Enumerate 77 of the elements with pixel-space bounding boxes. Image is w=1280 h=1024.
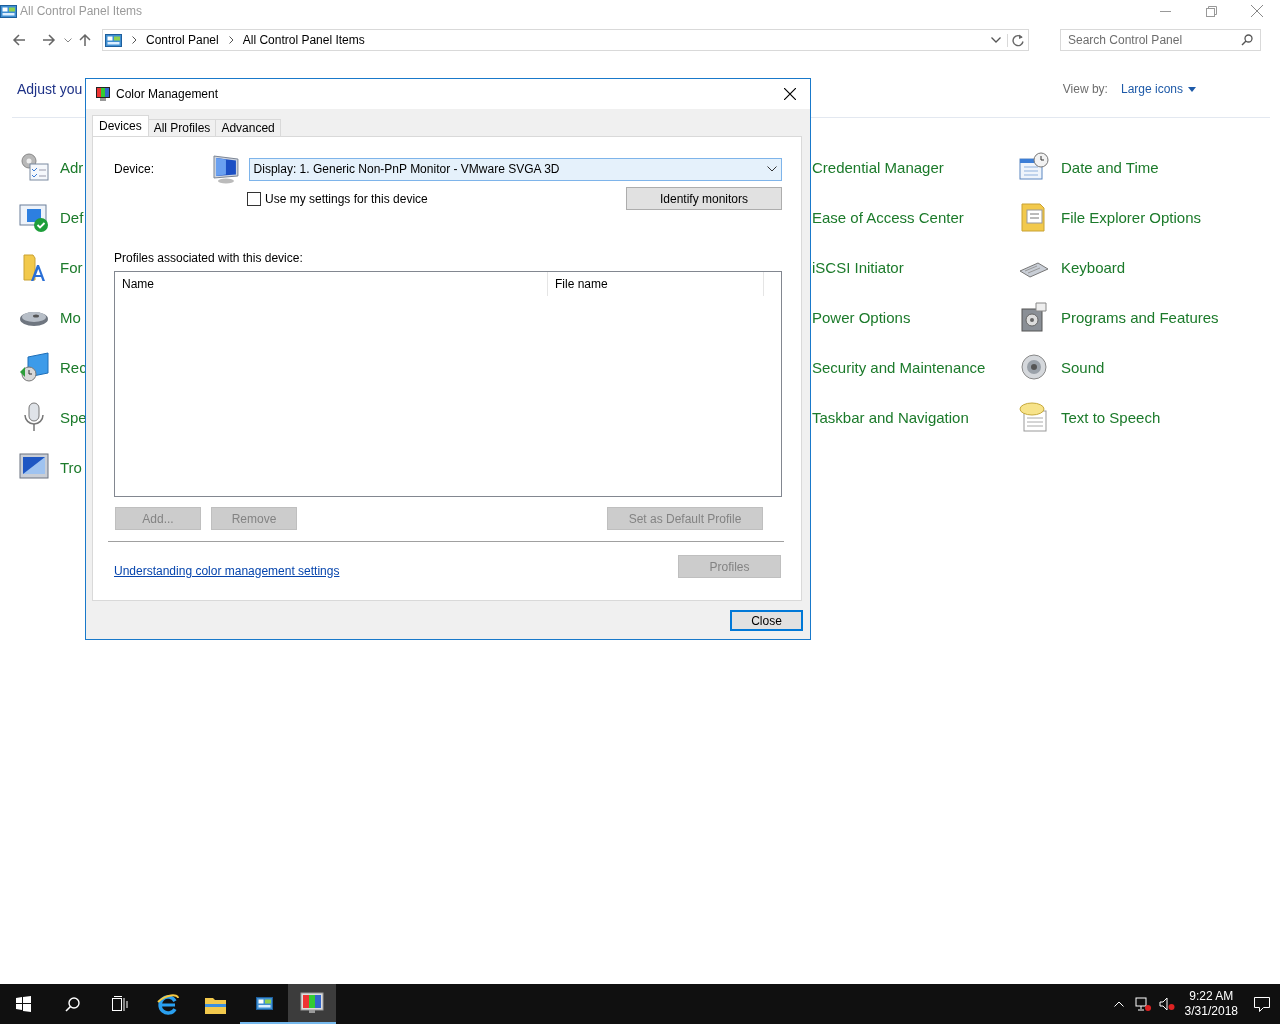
control-panel-item[interactable]: Def	[60, 208, 84, 226]
control-panel-icon	[0, 3, 17, 19]
speaker-icon	[1018, 351, 1050, 383]
column-header[interactable]: File name	[548, 272, 764, 296]
dialog-title: Color Management	[116, 87, 219, 101]
clock[interactable]: 9:22 AM 3/31/2018	[1178, 989, 1244, 1019]
identify-monitors-button[interactable]: Identify monitors	[626, 187, 782, 210]
gears-checklist-icon	[18, 151, 50, 183]
control-panel-item[interactable]: Rec	[60, 358, 87, 376]
close-icon	[1251, 5, 1263, 17]
chevron-icon	[132, 36, 137, 44]
caret-icon	[1188, 86, 1196, 92]
page-heading: Adjust you	[17, 81, 83, 97]
window-checkmark-icon	[18, 201, 50, 233]
device-dropdown[interactable]: Display: 1. Generic Non-PnP Monitor - VMware SVGA 3D	[248, 157, 782, 181]
control-panel-icon	[255, 995, 273, 1011]
caret-icon	[64, 37, 72, 43]
view-by-dropdown[interactable]: Large icons	[1120, 82, 1196, 96]
use-my-settings-checkbox[interactable]: Use my settings for this device	[247, 191, 428, 206]
control-panel-item[interactable]: Ease of Access Center	[812, 208, 964, 226]
notification-icon	[1254, 996, 1270, 1012]
forward-arrow-icon	[42, 33, 56, 47]
speaker-muted-icon	[1158, 997, 1175, 1011]
restore-icon	[1205, 5, 1217, 17]
breadcrumb[interactable]: All Control Panel Items	[242, 33, 365, 47]
control-panel-item[interactable]: Adr	[60, 158, 84, 176]
program-box-icon	[1018, 301, 1050, 333]
control-panel-item[interactable]: Power Options	[812, 308, 911, 326]
control-panel-item[interactable]: iSCSI Initiator	[812, 258, 904, 276]
task-view-icon	[112, 996, 128, 1012]
control-panel-item[interactable]: For	[60, 258, 83, 276]
taskbar-app-button[interactable]	[288, 984, 336, 1024]
caret-icon	[1113, 1001, 1124, 1007]
calendar-clock-icon	[1018, 151, 1050, 183]
control-panel-item[interactable]: Keyboard	[1061, 258, 1126, 276]
tab[interactable]: Advanced	[215, 119, 281, 136]
control-panel-item[interactable]: Programs and Features	[1061, 308, 1219, 326]
breadcrumb[interactable]: Control Panel	[146, 33, 219, 47]
dropdown-chevron-icon[interactable]	[991, 37, 1001, 43]
close-icon	[784, 88, 796, 100]
column-header[interactable]: Name	[115, 272, 548, 296]
search-icon	[64, 996, 80, 1012]
control-panel-item[interactable]: Sound	[1061, 358, 1105, 376]
profiles-label: Profiles associated with this device:	[114, 251, 304, 265]
control-panel-item[interactable]: Spe	[60, 408, 87, 426]
control-panel-item[interactable]: Taskbar and Navigation	[812, 408, 969, 426]
control-panel-icon	[105, 32, 122, 48]
color-monitor-icon	[300, 992, 324, 1014]
address-bar[interactable]: Control Panel All Control Panel Items	[102, 29, 1029, 51]
network-icon	[1134, 997, 1151, 1011]
color-monitor-icon	[95, 86, 111, 102]
control-panel-item[interactable]: File Explorer Options	[1061, 208, 1202, 226]
tab[interactable]: Devices	[92, 115, 149, 136]
speech-document-icon	[1018, 401, 1050, 433]
clock-date: 3/31/2018	[1184, 1004, 1238, 1019]
device-label: Device:	[114, 162, 155, 176]
view-by-label: View by:	[1062, 82, 1108, 96]
control-panel-item[interactable]: Credential Manager	[812, 158, 944, 176]
search-icon	[1241, 34, 1253, 46]
close-dialog-button[interactable]: Close	[730, 610, 803, 631]
control-panel-item[interactable]: Text to Speech	[1061, 408, 1161, 426]
up-arrow-icon	[78, 33, 92, 47]
back-arrow-icon	[12, 33, 26, 47]
dropdown-chevron-icon	[767, 166, 777, 172]
clock-time: 9:22 AM	[1189, 989, 1234, 1004]
window-title: All Control Panel Items	[20, 4, 143, 18]
control-panel-item[interactable]: Mo	[60, 308, 81, 326]
monitor-icon	[210, 154, 241, 184]
chevron-icon	[228, 36, 234, 44]
control-panel-item[interactable]: Tro	[60, 458, 82, 476]
windows-logo-icon	[16, 996, 32, 1012]
control-panel-item[interactable]: Security and Maintenance	[812, 358, 986, 376]
control-panel-item[interactable]: Date and Time	[1061, 158, 1159, 176]
monitor-clock-icon	[18, 351, 50, 383]
help-link[interactable]: Understanding color management settings	[114, 563, 340, 578]
search-field[interactable]: Search Control Panel	[1060, 29, 1261, 51]
browser-icon	[156, 993, 180, 1015]
